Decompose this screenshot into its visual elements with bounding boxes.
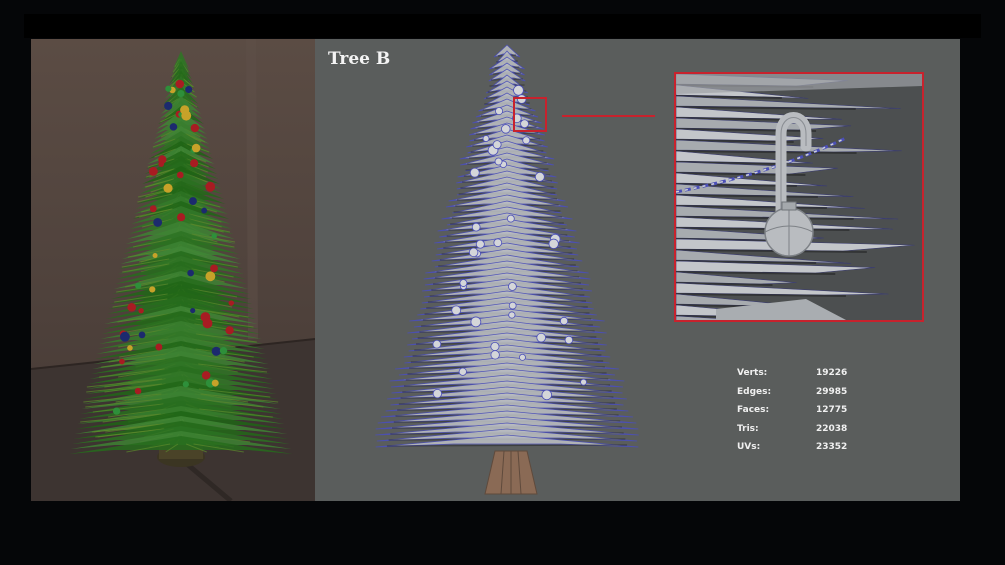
mesh-stats-table: Verts: 19226 Edges: 29985 Faces: 12775 T… [737, 364, 847, 457]
stat-label: Edges: [737, 386, 772, 397]
presentation-slide: Tree B Verts: 19226 Edges: 29985 Faces: … [0, 0, 1005, 565]
zoom-detail-inset [674, 72, 924, 322]
stat-label: Verts: [737, 368, 768, 379]
top-letterbox-bar [24, 14, 981, 38]
callout-connector-line [562, 115, 655, 117]
stat-value: 12775 [816, 405, 848, 416]
stat-label: UVs: [737, 442, 761, 453]
textured-render-panel [31, 39, 315, 501]
stats-row: UVs: 23352 [737, 438, 847, 457]
stat-value: 29985 [816, 386, 848, 397]
stats-row: Faces: 12775 [737, 401, 847, 420]
stat-value: 22038 [816, 423, 848, 434]
candy-cane-closeup-icon [676, 74, 922, 320]
stat-value: 19226 [816, 368, 848, 379]
textured-tree-render-icon [31, 39, 315, 501]
stat-value: 23352 [816, 442, 848, 453]
viewport-panel: Tree B Verts: 19226 Edges: 29985 Faces: … [315, 39, 960, 501]
highlight-region-box [513, 97, 547, 132]
stats-row: Edges: 29985 [737, 383, 847, 402]
stats-row: Verts: 19226 [737, 364, 847, 383]
stat-label: Faces: [737, 405, 770, 416]
wireframe-tree-branches [375, 44, 639, 448]
stats-row: Tris: 22038 [737, 420, 847, 439]
stat-label: Tris: [737, 423, 759, 434]
